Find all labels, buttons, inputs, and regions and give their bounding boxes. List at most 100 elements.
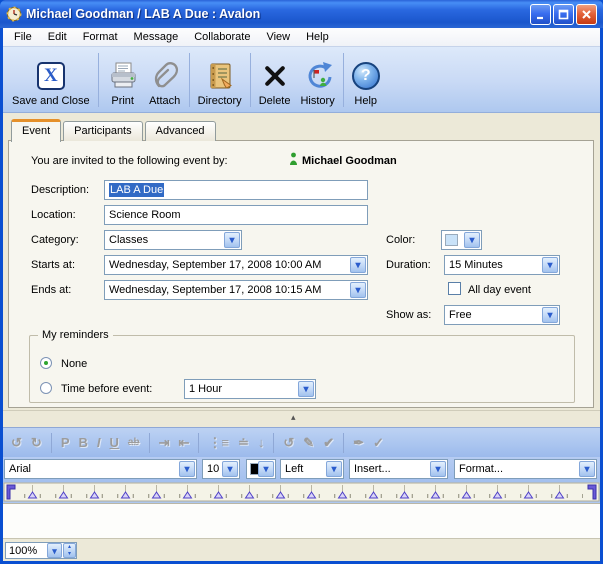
selected-text: LAB A Due [109, 183, 164, 197]
indent-increase-icon[interactable]: ⇥ [159, 435, 170, 451]
bold-icon[interactable]: B [78, 435, 87, 450]
app-icon [6, 6, 22, 22]
chevron-down-icon[interactable]: ▾ [224, 232, 240, 248]
bullet-list-icon[interactable]: ⋮≡ [208, 435, 229, 451]
menu-file[interactable]: File [6, 29, 40, 45]
spin-down-icon[interactable]: ▾ [64, 551, 75, 558]
window-title: Michael Goodman / LAB A Due : Avalon [26, 7, 530, 21]
chevron-down-icon[interactable]: ▾ [542, 257, 558, 273]
signature-icon[interactable]: ✒ [353, 435, 364, 451]
delete-icon [263, 58, 287, 94]
minimize-button[interactable] [530, 4, 551, 25]
duration-select[interactable]: 15 Minutes ▾ [444, 255, 560, 275]
toolbar-separator [189, 53, 190, 107]
category-select[interactable]: Classes ▾ [104, 230, 242, 250]
menu-collaborate[interactable]: Collaborate [186, 29, 258, 45]
status-bar: 100% ▾ ▴ ▾ [3, 538, 600, 561]
color-select[interactable]: ▾ [441, 230, 482, 250]
tab-strip: Event Participants Advanced [11, 118, 218, 141]
menu-bar: File Edit Format Message Collaborate Vie… [3, 28, 600, 47]
approve-icon[interactable]: ✔ [323, 435, 334, 451]
description-input[interactable]: LAB A Due [104, 180, 368, 200]
close-button[interactable] [576, 4, 597, 25]
chevron-down-icon[interactable]: ▾ [298, 381, 314, 397]
location-input[interactable]: Science Room [104, 205, 368, 225]
chevron-down-icon[interactable]: ▾ [258, 461, 274, 477]
font-size-select[interactable]: 10 ▾ [202, 459, 240, 479]
undo-icon[interactable]: ↺ [11, 435, 22, 451]
menu-view[interactable]: View [258, 29, 298, 45]
tab-event[interactable]: Event [11, 119, 61, 142]
reminder-none-label: None [61, 358, 87, 370]
align-select[interactable]: Left ▾ [280, 459, 344, 479]
tab-participants[interactable]: Participants [63, 121, 142, 141]
chevron-down-icon[interactable]: ▾ [579, 461, 595, 477]
organizer-name: Michael Goodman [302, 155, 397, 167]
ends-at-select[interactable]: Wednesday, September 17, 2008 10:15 AM ▾ [104, 280, 368, 300]
menu-message[interactable]: Message [126, 29, 187, 45]
strikethrough-icon[interactable]: ab [128, 437, 140, 448]
print-icon [107, 58, 139, 94]
italic-icon[interactable]: I [97, 435, 101, 450]
menu-help[interactable]: Help [298, 29, 337, 45]
reminder-time-select[interactable]: 1 Hour ▾ [184, 379, 316, 399]
revert-icon[interactable]: ↺ [283, 435, 294, 451]
zoom-stepper[interactable]: ▴ ▾ [63, 543, 76, 558]
color-swatch [445, 234, 458, 246]
zoom-control[interactable]: 100% ▾ ▴ ▾ [5, 542, 77, 559]
all-day-label: All day event [468, 284, 531, 296]
chevron-down-icon[interactable]: ▾ [222, 461, 238, 477]
line-spacing-icon[interactable]: ≐ [238, 435, 249, 451]
delete-button[interactable]: Delete [254, 49, 296, 111]
starts-at-select[interactable]: Wednesday, September 17, 2008 10:00 AM ▾ [104, 255, 368, 275]
description-label: Description: [31, 184, 89, 196]
message-body[interactable] [3, 503, 600, 538]
show-as-label: Show as: [386, 309, 431, 321]
reminder-time-radio[interactable] [40, 382, 52, 394]
spell-check-icon[interactable]: ✓ [373, 435, 384, 451]
format-select[interactable]: Format... ▾ [454, 459, 597, 479]
font-family-select[interactable]: Arial ▾ [4, 459, 197, 479]
toolbar-separator [149, 433, 150, 453]
directory-button[interactable]: Directory [193, 49, 247, 111]
duration-label: Duration: [386, 259, 431, 271]
insert-below-icon[interactable]: ↓ [258, 435, 265, 450]
chevron-down-icon[interactable]: ▾ [350, 257, 366, 273]
chevron-down-icon[interactable]: ▾ [179, 461, 195, 477]
reminder-time-label: Time before event: [61, 383, 152, 395]
chevron-down-icon[interactable]: ▾ [464, 232, 480, 248]
insert-select[interactable]: Insert... ▾ [349, 459, 448, 479]
help-icon: ? [352, 58, 380, 94]
chevron-down-icon[interactable]: ▾ [542, 307, 558, 323]
underline-icon[interactable]: U [110, 435, 119, 450]
application-window: Michael Goodman / LAB A Due : Avalon Fil… [0, 0, 603, 564]
all-day-checkbox[interactable] [448, 282, 461, 295]
font-color-select[interactable]: ▾ [246, 459, 276, 479]
chevron-down-icon[interactable]: ▾ [47, 543, 62, 558]
chevron-down-icon[interactable]: ▾ [430, 461, 446, 477]
save-and-close-button[interactable]: X Save and Close [7, 49, 95, 111]
indent-decrease-icon[interactable]: ⇤ [178, 435, 189, 451]
print-button[interactable]: Print [102, 49, 144, 111]
toolbar-separator [343, 53, 344, 107]
plain-style-icon[interactable]: P [61, 435, 70, 450]
title-bar[interactable]: Michael Goodman / LAB A Due : Avalon [0, 0, 603, 28]
color-label: Color: [386, 234, 415, 246]
location-label: Location: [31, 209, 76, 221]
show-as-select[interactable]: Free ▾ [444, 305, 560, 325]
help-button[interactable]: ? Help [347, 49, 385, 111]
menu-format[interactable]: Format [75, 29, 126, 45]
collapse-arrow-icon[interactable]: ▴ [291, 413, 296, 422]
pane-splitter[interactable]: ▴ [3, 408, 600, 427]
chevron-down-icon[interactable]: ▾ [326, 461, 342, 477]
chevron-down-icon[interactable]: ▾ [350, 282, 366, 298]
menu-edit[interactable]: Edit [40, 29, 75, 45]
tab-advanced[interactable]: Advanced [145, 121, 216, 141]
reminder-none-radio[interactable] [40, 357, 52, 369]
redo-icon[interactable]: ↻ [31, 435, 42, 451]
history-button[interactable]: History [295, 49, 339, 111]
edit-pen-icon[interactable]: ✎ [303, 435, 314, 451]
ruler[interactable] [3, 482, 600, 503]
attach-button[interactable]: Attach [144, 49, 186, 111]
maximize-button[interactable] [553, 4, 574, 25]
